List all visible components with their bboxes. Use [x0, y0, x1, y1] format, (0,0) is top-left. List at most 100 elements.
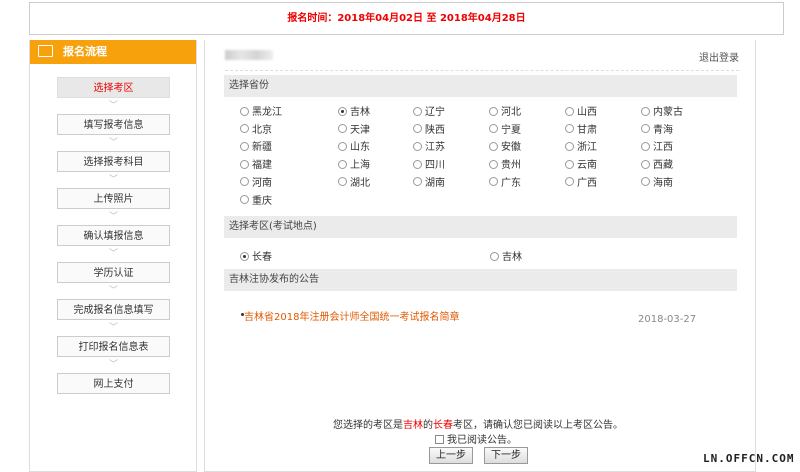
- province-option[interactable]: 吉林: [338, 103, 370, 118]
- province-option[interactable]: 宁夏: [489, 121, 521, 136]
- agree-checkbox[interactable]: [435, 434, 444, 444]
- radio-icon[interactable]: [565, 159, 574, 169]
- province-option[interactable]: 福建: [240, 156, 272, 171]
- radio-icon[interactable]: [240, 159, 249, 169]
- radio-icon[interactable]: [240, 195, 249, 204]
- province-option[interactable]: 甘肃: [565, 121, 597, 136]
- province-option[interactable]: 北京: [240, 121, 272, 136]
- radio-icon[interactable]: [641, 177, 650, 187]
- province-option[interactable]: 湖南: [413, 174, 445, 189]
- radio-icon[interactable]: [240, 106, 249, 116]
- notice-link[interactable]: 吉林省2018年注册会计师全国统一考试报名简章: [244, 308, 459, 323]
- province-option[interactable]: 重庆: [240, 192, 272, 207]
- area-option-changchun[interactable]: 长春: [240, 248, 272, 263]
- chevron-down-icon: ﹀: [108, 138, 118, 148]
- radio-icon[interactable]: [338, 106, 347, 116]
- radio-icon[interactable]: [489, 141, 498, 151]
- radio-icon[interactable]: [641, 124, 650, 134]
- area-option-jilin[interactable]: 吉林: [490, 248, 522, 263]
- province-option[interactable]: 贵州: [489, 156, 521, 171]
- radio-icon[interactable]: [489, 124, 498, 134]
- chevron-down-icon: ﹀: [108, 286, 118, 296]
- radio-icon[interactable]: [240, 141, 249, 151]
- province-option[interactable]: 天津: [338, 121, 370, 136]
- step-online-payment[interactable]: 网上支付: [57, 373, 170, 394]
- province-option[interactable]: 广西: [565, 174, 597, 189]
- province-option[interactable]: 河北: [489, 103, 521, 118]
- chevron-down-icon: ﹀: [108, 175, 118, 185]
- province-option[interactable]: 新疆: [240, 138, 272, 153]
- province-option[interactable]: 浙江: [565, 138, 597, 153]
- radio-icon[interactable]: [565, 124, 574, 134]
- notice-date: 2018-03-27: [638, 314, 697, 325]
- radio-icon[interactable]: [641, 141, 650, 151]
- step-education-verify[interactable]: 学历认证: [57, 262, 170, 283]
- radio-icon[interactable]: [413, 159, 422, 169]
- step-select-subjects[interactable]: 选择报考科目: [57, 151, 170, 172]
- radio-icon[interactable]: [240, 177, 249, 187]
- radio-icon[interactable]: [338, 124, 347, 134]
- province-option[interactable]: 湖北: [338, 174, 370, 189]
- province-option[interactable]: 山西: [565, 103, 597, 118]
- radio-icon[interactable]: [489, 159, 498, 169]
- sidebar-title: 报名流程: [63, 45, 107, 58]
- province-option[interactable]: 辽宁: [413, 103, 445, 118]
- radio-icon[interactable]: [413, 124, 422, 134]
- province-option[interactable]: 西藏: [641, 156, 673, 171]
- radio-icon[interactable]: [338, 177, 347, 187]
- radio-icon[interactable]: [565, 106, 574, 116]
- province-option[interactable]: 海南: [641, 174, 673, 189]
- step-select-area[interactable]: 选择考区: [57, 77, 170, 98]
- site-watermark: LN.OFFCN.COM: [703, 452, 795, 465]
- step-confirm-info[interactable]: 确认填报信息: [57, 225, 170, 246]
- radio-icon[interactable]: [565, 177, 574, 187]
- province-option[interactable]: 上海: [338, 156, 370, 171]
- step-print-form[interactable]: 打印报名信息表: [57, 336, 170, 357]
- step-list: 选择考区 ﹀ 填写报考信息 ﹀ 选择报考科目 ﹀ 上传照片 ﹀ 确认填报信息 ﹀…: [57, 77, 170, 394]
- province-option[interactable]: 青海: [641, 121, 673, 136]
- user-bar: 退出登录: [225, 40, 739, 71]
- chevron-down-icon: ﹀: [108, 360, 118, 370]
- radio-icon[interactable]: [641, 106, 650, 116]
- radio-icon[interactable]: [338, 141, 347, 151]
- chevron-down-icon: ﹀: [108, 212, 118, 222]
- step-upload-photo[interactable]: 上传照片: [57, 188, 170, 209]
- radio-icon[interactable]: [490, 251, 499, 261]
- province-option[interactable]: 河南: [240, 174, 272, 189]
- prev-step-button[interactable]: 上一步: [429, 447, 473, 464]
- user-name-redacted: [225, 50, 273, 60]
- radio-icon[interactable]: [338, 159, 347, 169]
- banner-label: 报名时间：: [287, 13, 338, 24]
- chevron-down-icon: ﹀: [108, 101, 118, 111]
- radio-icon[interactable]: [489, 106, 498, 116]
- province-option[interactable]: 江西: [641, 138, 673, 153]
- province-option[interactable]: 江苏: [413, 138, 445, 153]
- radio-icon[interactable]: [413, 177, 422, 187]
- province-option[interactable]: 四川: [413, 156, 445, 171]
- logout-link[interactable]: 退出登录: [699, 49, 739, 64]
- banner-period: 2018年04月02日 至 2018年04月28日: [337, 13, 526, 24]
- radio-icon[interactable]: [240, 251, 249, 261]
- radio-icon[interactable]: [240, 124, 249, 134]
- radio-icon[interactable]: [413, 141, 422, 151]
- province-option[interactable]: 山东: [338, 138, 370, 153]
- radio-icon[interactable]: [413, 106, 422, 116]
- province-option[interactable]: 陕西: [413, 121, 445, 136]
- province-option[interactable]: 云南: [565, 156, 597, 171]
- province-option[interactable]: 内蒙古: [641, 103, 683, 118]
- radio-icon[interactable]: [489, 177, 498, 187]
- step-fill-info[interactable]: 填写报考信息: [57, 114, 170, 135]
- notice-section-header: 吉林注协发布的公告: [224, 269, 737, 291]
- province-option[interactable]: 安徽: [489, 138, 521, 153]
- province-option[interactable]: 广东: [489, 174, 521, 189]
- radio-icon[interactable]: [565, 141, 574, 151]
- next-step-button[interactable]: 下一步: [484, 447, 528, 464]
- chevron-down-icon: ﹀: [108, 249, 118, 259]
- radio-icon[interactable]: [641, 159, 650, 169]
- agree-checkbox-row[interactable]: 我已阅读公告。: [435, 431, 517, 446]
- confirm-message: 您选择的考区是吉林的长春考区，请确认您已阅读以上考区公告。: [333, 420, 623, 431]
- monitor-icon: [38, 45, 53, 57]
- agree-label: 我已阅读公告。: [447, 435, 517, 446]
- province-option[interactable]: 黑龙江: [240, 103, 282, 118]
- step-complete-registration[interactable]: 完成报名信息填写: [57, 299, 170, 320]
